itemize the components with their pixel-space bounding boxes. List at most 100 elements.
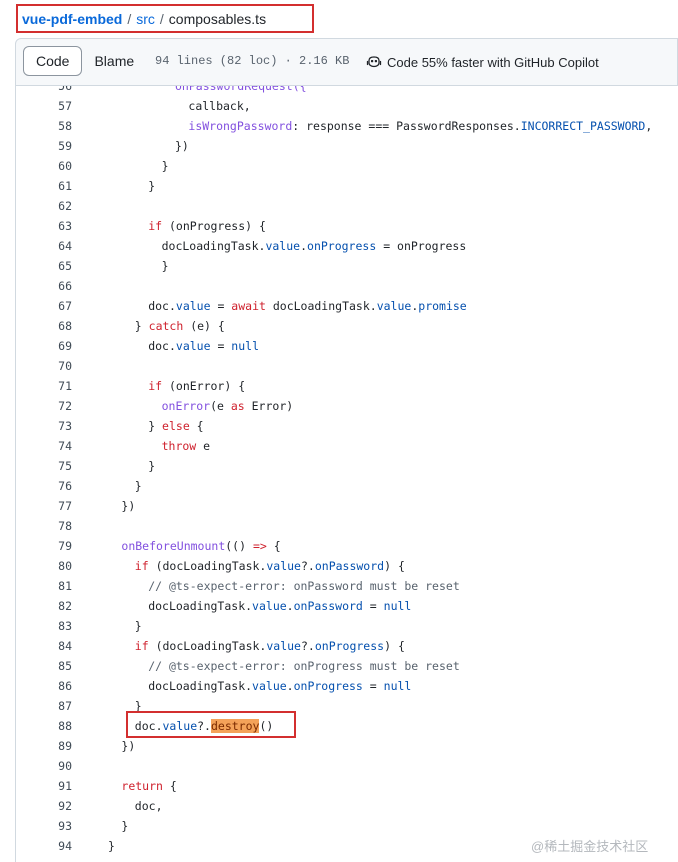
code-text: onPasswordRequest({ — [175, 86, 307, 96]
code-line: 65} — [16, 256, 678, 276]
code-line: 59}) — [16, 136, 678, 156]
line-number[interactable]: 91 — [16, 776, 72, 796]
code-line: 90 — [16, 756, 678, 776]
code-text: callback, — [188, 96, 250, 116]
code-tab[interactable]: Code — [23, 46, 83, 76]
line-number[interactable]: 80 — [16, 556, 72, 576]
line-number[interactable]: 70 — [16, 356, 72, 376]
line-number[interactable]: 75 — [16, 456, 72, 476]
code-token: (onProgress) { — [162, 219, 266, 233]
code-token: null — [231, 339, 259, 353]
line-number[interactable]: 71 — [16, 376, 72, 396]
line-number[interactable]: 65 — [16, 256, 72, 276]
line-number[interactable]: 88 — [16, 716, 72, 736]
code-token: onProgress — [293, 679, 363, 693]
line-number[interactable]: 93 — [16, 816, 72, 836]
line-number[interactable]: 83 — [16, 616, 72, 636]
code-token: throw — [161, 439, 197, 453]
code-line: 78 — [16, 516, 678, 536]
code-token: } — [161, 159, 169, 173]
code-token: (docLoadingTask. — [148, 559, 267, 573]
line-number[interactable]: 63 — [16, 216, 72, 236]
code-line: 73} else { — [16, 416, 678, 436]
copilot-promo-link[interactable]: Code 55% faster with GitHub Copilot — [366, 53, 599, 71]
line-number[interactable]: 86 — [16, 676, 72, 696]
code-line: 69 doc.value = null — [16, 336, 678, 356]
code-text: doc, — [135, 796, 163, 816]
line-number[interactable]: 73 — [16, 416, 72, 436]
code-token: ) { — [384, 639, 405, 653]
line-number[interactable]: 69 — [16, 336, 72, 356]
line-number[interactable]: 60 — [16, 156, 72, 176]
code-text: }) — [121, 736, 135, 756]
line-number[interactable]: 81 — [16, 576, 72, 596]
code-line: 63 if (onProgress) { — [16, 216, 678, 236]
line-number[interactable]: 58 — [16, 116, 72, 136]
line-number[interactable]: 74 — [16, 436, 72, 456]
code-token: (onError) { — [162, 379, 246, 393]
code-token: } — [148, 179, 156, 193]
code-token: value — [265, 239, 301, 253]
line-number[interactable]: 89 — [16, 736, 72, 756]
code-text: } — [148, 176, 155, 196]
code-token: docLoadingTask. — [148, 599, 253, 613]
line-number[interactable]: 90 — [16, 756, 72, 776]
code-token: }) — [175, 139, 189, 153]
line-number[interactable]: 68 — [16, 316, 72, 336]
watermark: @稀土掘金技术社区 — [531, 839, 649, 854]
code-line: 79 onBeforeUnmount(() => { — [16, 536, 678, 556]
code-token: ) { — [384, 559, 405, 573]
line-number[interactable]: 87 — [16, 696, 72, 716]
code-line: 56 onPasswordRequest({ — [16, 86, 678, 96]
line-number[interactable]: 77 — [16, 496, 72, 516]
line-number[interactable]: 84 — [16, 636, 72, 656]
code-line: 88 doc.value?.destroy() — [16, 716, 678, 736]
line-number[interactable]: 85 — [16, 656, 72, 676]
code-text: docLoadingTask.value.onPassword = null — [148, 596, 411, 616]
code-token: docLoadingTask. — [148, 679, 253, 693]
code-text: if (docLoadingTask.value?.onPassword) { — [135, 556, 405, 576]
code-token: }) — [121, 499, 136, 513]
code-token: doc, — [134, 799, 163, 813]
code-token: null — [383, 679, 412, 693]
line-number[interactable]: 67 — [16, 296, 72, 316]
code-token: onError — [161, 399, 211, 413]
code-line: 64 docLoadingTask.value.onProgress = onPr… — [16, 236, 678, 256]
code-line: 77}) — [16, 496, 678, 516]
destroy-line-annotation-box — [126, 711, 296, 738]
code-line: 75} — [16, 456, 678, 476]
line-number[interactable]: 82 — [16, 596, 72, 616]
code-text: } — [108, 836, 115, 856]
line-number[interactable]: 66 — [16, 276, 72, 296]
code-token: = — [210, 339, 232, 353]
line-number[interactable]: 79 — [16, 536, 72, 556]
code-text: // @ts-expect-error: onProgress must be … — [148, 656, 460, 676]
line-number[interactable]: 64 — [16, 236, 72, 256]
code-line: 83} — [16, 616, 678, 636]
code-line: 92 doc, — [16, 796, 678, 816]
code-text: docLoadingTask.value.onProgress = null — [148, 676, 411, 696]
code-text: } — [162, 156, 169, 176]
line-number[interactable]: 59 — [16, 136, 72, 156]
line-number[interactable]: 94 — [16, 836, 72, 856]
code-text: } — [121, 816, 128, 836]
line-number[interactable]: 92 — [16, 796, 72, 816]
code-token: = onProgress — [376, 239, 467, 253]
line-number[interactable]: 56 — [16, 86, 72, 96]
code-token: else — [162, 419, 190, 433]
blame-tab[interactable]: Blame — [82, 46, 146, 76]
line-number[interactable]: 72 — [16, 396, 72, 416]
line-number[interactable]: 76 — [16, 476, 72, 496]
view-mode-toggle: Code Blame — [23, 46, 146, 76]
copilot-icon — [366, 56, 382, 68]
code-token: . — [300, 239, 308, 253]
line-number[interactable]: 57 — [16, 96, 72, 116]
breadcrumb-annotation-box — [16, 4, 314, 33]
code-line: 67 doc.value = await docLoadingTask.value… — [16, 296, 678, 316]
code-line: 81 // @ts-expect-error: onPassword must b… — [16, 576, 678, 596]
code-token: value — [266, 639, 301, 653]
line-number[interactable]: 78 — [16, 516, 72, 536]
line-number[interactable]: 62 — [16, 196, 72, 216]
code-token: // @ts-expect-error: onPassword must be … — [148, 579, 460, 593]
line-number[interactable]: 61 — [16, 176, 72, 196]
